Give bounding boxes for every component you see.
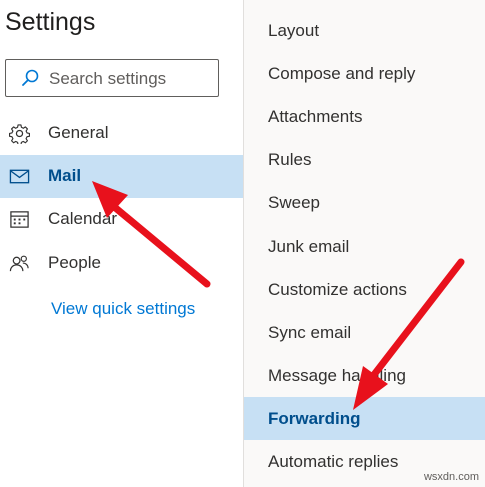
mail-icon bbox=[9, 169, 30, 184]
people-icon bbox=[9, 255, 29, 272]
mail-setting-sweep[interactable]: Sweep bbox=[244, 181, 485, 224]
mail-setting-sync-email[interactable]: Sync email bbox=[244, 311, 485, 354]
search-input[interactable]: Search settings bbox=[5, 59, 219, 97]
mail-setting-label: Compose and reply bbox=[268, 64, 416, 83]
mail-settings-pane: Layout Compose and reply Attachments Rul… bbox=[244, 0, 485, 487]
nav-item-label: Calendar bbox=[48, 209, 117, 228]
mail-setting-label: Layout bbox=[268, 21, 320, 40]
search-placeholder: Search settings bbox=[49, 69, 167, 88]
page-title: Settings bbox=[5, 8, 96, 36]
mail-setting-label: Message handling bbox=[268, 366, 406, 385]
mail-setting-rules[interactable]: Rules bbox=[244, 138, 485, 181]
calendar-icon bbox=[10, 211, 29, 228]
mail-setting-label: Sync email bbox=[268, 323, 352, 342]
mail-setting-label: Rules bbox=[268, 150, 312, 169]
mail-setting-junk-email[interactable]: Junk email bbox=[244, 225, 485, 268]
gear-icon bbox=[9, 124, 30, 144]
nav-item-general[interactable]: General bbox=[0, 112, 243, 155]
nav-item-calendar[interactable]: Calendar bbox=[0, 198, 243, 241]
view-quick-settings-link[interactable]: View quick settings bbox=[51, 299, 195, 319]
mail-setting-compose-and-reply[interactable]: Compose and reply bbox=[244, 52, 485, 95]
nav-item-label: Mail bbox=[48, 166, 82, 185]
mail-setting-layout[interactable]: Layout bbox=[244, 9, 485, 52]
nav-item-label: General bbox=[48, 123, 109, 142]
mail-setting-message-handling[interactable]: Message handling bbox=[244, 354, 485, 397]
nav-item-label: People bbox=[48, 253, 101, 272]
mail-setting-attachments[interactable]: Attachments bbox=[244, 95, 485, 138]
mail-setting-label: Forwarding bbox=[268, 409, 361, 428]
settings-nav-pane: Settings Search settings General Mail Ca… bbox=[0, 0, 243, 487]
search-icon bbox=[22, 69, 39, 86]
mail-setting-label: Sweep bbox=[268, 193, 320, 212]
mail-setting-label: Automatic replies bbox=[268, 452, 399, 471]
mail-setting-forwarding[interactable]: Forwarding bbox=[244, 397, 485, 440]
mail-setting-customize-actions[interactable]: Customize actions bbox=[244, 268, 485, 311]
mail-setting-label: Customize actions bbox=[268, 280, 407, 299]
nav-item-people[interactable]: People bbox=[0, 242, 243, 285]
nav-item-mail[interactable]: Mail bbox=[0, 155, 243, 198]
mail-setting-label: Attachments bbox=[268, 107, 363, 126]
watermark: wsxdn.com bbox=[423, 471, 479, 483]
mail-setting-label: Junk email bbox=[268, 237, 350, 256]
